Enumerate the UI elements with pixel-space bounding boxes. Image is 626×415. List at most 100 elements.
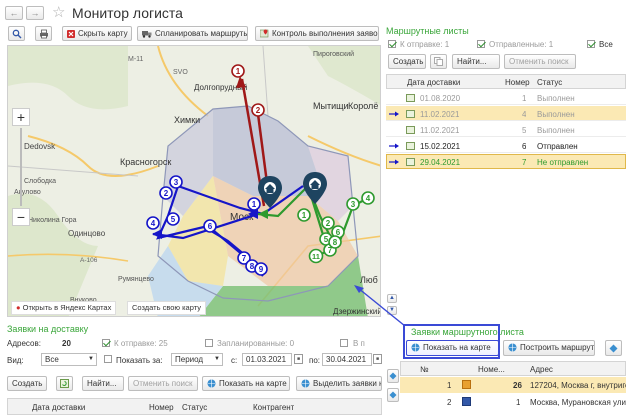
col-date-header[interactable]: Дата доставки xyxy=(407,78,460,87)
delivery-col-contractor[interactable]: Контрагент xyxy=(253,403,294,412)
delivery-find-button[interactable]: Найти... xyxy=(82,376,124,391)
create-map-link[interactable]: Создать свою карту xyxy=(127,301,207,315)
green-stop-marker[interactable]: 2 xyxy=(321,216,335,230)
document-icon xyxy=(406,110,415,118)
filter-to-send-checkbox[interactable] xyxy=(388,40,396,48)
refresh-icon xyxy=(60,379,69,388)
row-status: Выполнен xyxy=(537,110,575,119)
map-container[interactable]: Долгопрудный Химки Мытищи Королё Красног… xyxy=(7,45,381,317)
move-down-button[interactable] xyxy=(387,388,399,402)
diamond-icon xyxy=(389,372,397,380)
route-copy-button[interactable] xyxy=(430,54,447,69)
view-select[interactable]: Все ▼ xyxy=(41,353,97,366)
svg-text:5: 5 xyxy=(171,215,176,224)
green-stop-marker[interactable]: 1 xyxy=(297,208,311,222)
move-up-button[interactable] xyxy=(387,369,399,383)
delivery-col-number[interactable]: Номер xyxy=(149,403,174,412)
row-pointer-icon xyxy=(389,110,399,117)
truck-icon xyxy=(142,30,152,38)
callout-arrow xyxy=(354,285,406,327)
orders-col-address[interactable]: Адрес xyxy=(530,365,553,374)
svg-text:3: 3 xyxy=(174,178,179,187)
green-stop-marker[interactable]: 4 xyxy=(361,191,375,205)
map-zoom-out-button[interactable]: − xyxy=(12,208,30,226)
svg-text:11: 11 xyxy=(312,252,320,261)
search-button[interactable] xyxy=(8,26,25,41)
row-status: Не отправлен xyxy=(537,158,589,167)
delivery-col-date[interactable]: Дата доставки xyxy=(32,403,85,412)
plan-routes-button[interactable]: Спланировать маршруты xyxy=(137,26,248,41)
row-number: 1 xyxy=(522,94,527,103)
row-status: Отправлен xyxy=(537,142,578,151)
map-zoom-slider[interactable] xyxy=(20,128,22,206)
svg-text:1: 1 xyxy=(252,200,257,209)
col-status-header[interactable]: Статус xyxy=(537,78,562,87)
map-label-svo: SVO xyxy=(173,69,188,76)
orders-col-n[interactable]: № xyxy=(420,365,429,374)
print-button[interactable] xyxy=(35,26,52,41)
red-stop-marker[interactable]: 2 xyxy=(251,103,265,117)
box-icon xyxy=(462,397,471,406)
back-button[interactable]: ← xyxy=(5,6,23,20)
open-yandex-maps-link[interactable]: ● Открыть в Яндекс Картах xyxy=(11,301,117,315)
close-icon xyxy=(67,29,75,38)
filter-to-send-label: К отправке: 1 xyxy=(400,40,450,49)
window-title: Монитор логиста xyxy=(72,5,183,21)
blue-stop-marker[interactable]: 2 xyxy=(159,186,173,200)
show-for-checkbox[interactable] xyxy=(104,355,112,363)
map-label-odintsovo: Одинцово xyxy=(68,229,106,238)
green-stop-marker[interactable]: 11 xyxy=(308,248,324,264)
map-zoom-in-button[interactable]: + xyxy=(12,108,30,126)
addresses-label: Адресов: xyxy=(7,339,41,348)
route-find-button[interactable]: Найти... xyxy=(452,54,500,69)
to-send-checkbox[interactable] xyxy=(102,339,110,347)
orders-col-number[interactable]: Номе... xyxy=(478,365,505,374)
orders-row-address: 127204, Москва г, внутриго xyxy=(530,381,626,390)
delivery-cancel-search-button[interactable]: Отменить поиск xyxy=(128,376,198,391)
search-icon xyxy=(12,29,21,39)
blue-stop-marker[interactable]: 3 xyxy=(169,175,183,189)
plan-routes-label: Спланировать маршруты xyxy=(155,29,248,38)
calendar-icon[interactable]: ■ xyxy=(294,354,303,364)
col-number-header[interactable]: Номер xyxy=(505,78,530,87)
period-select[interactable]: Период ▼ xyxy=(171,353,223,366)
select-orders-button[interactable]: Выделить заявки н xyxy=(296,376,382,391)
chevron-down-icon: ▼ xyxy=(88,356,94,362)
cutoff-checkbox[interactable] xyxy=(340,339,348,347)
filter-all-checkbox[interactable] xyxy=(587,40,595,48)
orders-more-button[interactable] xyxy=(605,340,622,356)
blue-stop-marker[interactable]: 9 xyxy=(254,262,268,276)
route-sheets-title: Маршрутные листы xyxy=(386,26,469,36)
orders-row-n: 1 xyxy=(447,381,452,390)
date-from-input[interactable]: 01.03.2021 xyxy=(242,353,292,366)
copy-icon xyxy=(434,57,443,66)
forward-button[interactable]: → xyxy=(26,6,44,20)
blue-stop-marker[interactable]: 4 xyxy=(146,216,160,230)
view-label: Вид: xyxy=(7,356,24,365)
red-stop-marker[interactable]: 1 xyxy=(231,64,245,78)
delivery-create-button[interactable]: Создать xyxy=(7,376,47,391)
favorite-star-icon[interactable]: ☆ xyxy=(52,3,65,21)
blue-stop-marker[interactable]: 6 xyxy=(203,219,217,233)
date-to-input[interactable]: 30.04.2021 xyxy=(322,353,372,366)
green-stop-marker[interactable]: 3 xyxy=(346,197,360,211)
filter-all-label: Все xyxy=(599,40,613,49)
route-cancel-search-button[interactable]: Отменить поиск xyxy=(504,54,576,69)
build-route-button[interactable]: Построить маршрут xyxy=(503,340,595,356)
filter-sent-checkbox[interactable] xyxy=(477,40,485,48)
row-number: 6 xyxy=(522,142,527,151)
document-icon xyxy=(406,158,415,166)
control-orders-button[interactable]: Контроль выполнения заявок xyxy=(255,26,379,41)
route-create-button[interactable]: Создать xyxy=(388,54,426,69)
blue-stop-marker[interactable]: 1 xyxy=(247,197,261,211)
green-stop-marker[interactable]: 8 xyxy=(328,235,342,249)
blue-stop-marker[interactable]: 5 xyxy=(166,212,180,226)
planned-checkbox[interactable] xyxy=(205,339,213,347)
delivery-col-status[interactable]: Статус xyxy=(182,403,207,412)
map-label-slobodka: Слободка xyxy=(24,177,56,185)
calendar-icon[interactable]: ■ xyxy=(373,354,382,364)
hide-map-button[interactable]: Скрыть карту xyxy=(62,26,132,41)
to-send-label: К отправке: 25 xyxy=(114,339,168,348)
delivery-refresh-button[interactable] xyxy=(56,376,73,391)
delivery-show-on-map-button[interactable]: Показать на карте xyxy=(202,376,290,391)
